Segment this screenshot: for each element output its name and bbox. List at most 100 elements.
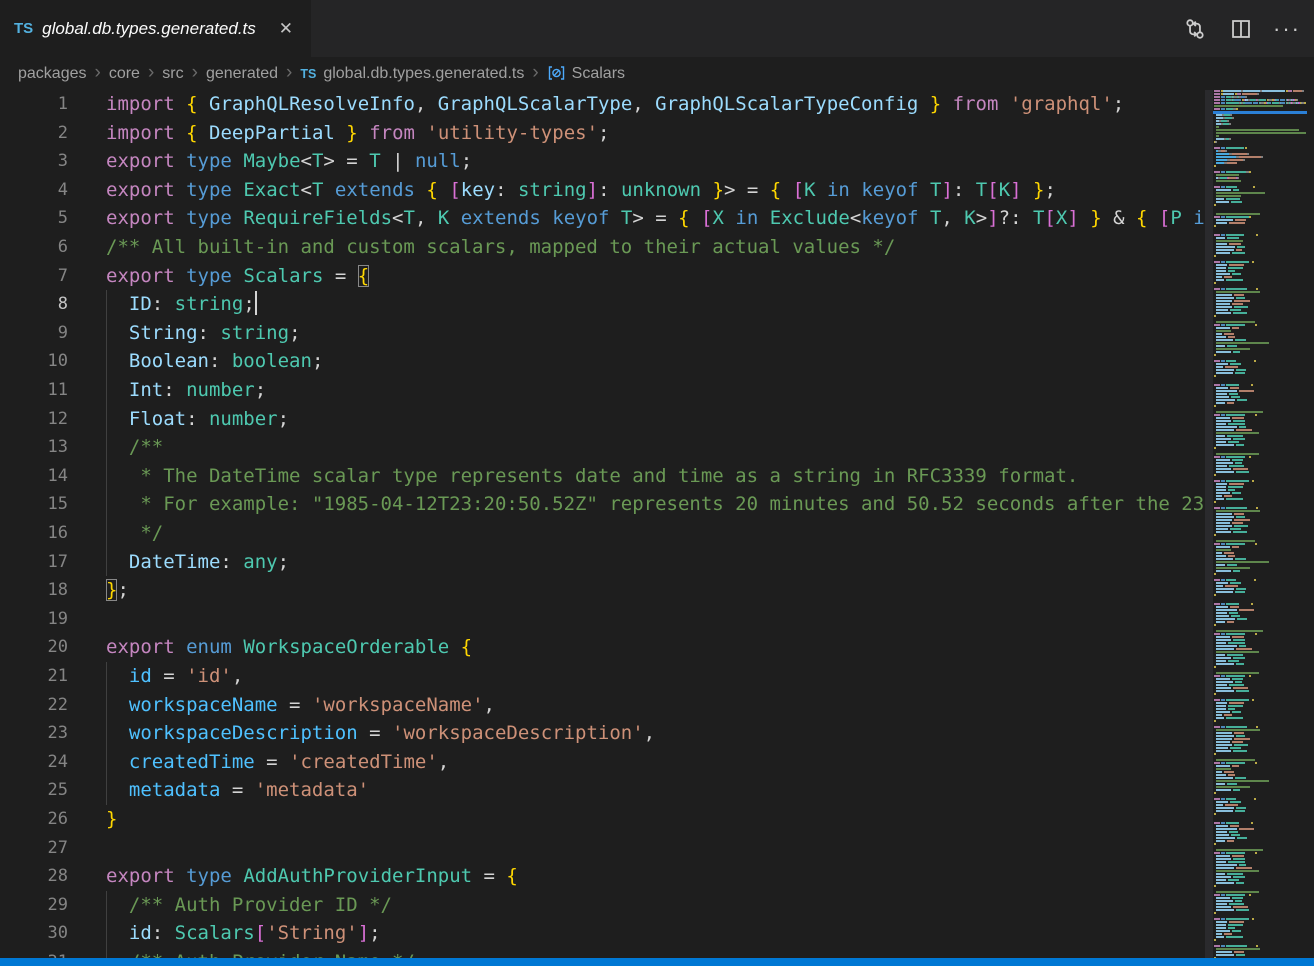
code-line[interactable]: export type RequireFields<T, K extends k… — [106, 204, 1205, 233]
code-line[interactable]: export type Exact<T extends { [key: stri… — [106, 176, 1205, 205]
minimap-row — [1214, 603, 1307, 605]
minimap-row — [1214, 375, 1307, 377]
breadcrumb-item-file[interactable]: global.db.types.generated.ts — [323, 65, 524, 83]
minimap-row — [1214, 96, 1307, 98]
code-line[interactable]: export type Scalars = { — [106, 262, 1205, 291]
breadcrumb-item-packages[interactable]: packages — [18, 65, 87, 83]
minimap-row — [1214, 819, 1307, 821]
open-changes-icon[interactable] — [1182, 16, 1208, 42]
minimap-row — [1214, 291, 1307, 293]
code-line[interactable]: * For example: "1985-04-12T23:20:50.52Z"… — [106, 490, 1205, 519]
minimap-row — [1214, 117, 1307, 119]
code-line[interactable]: workspaceDescription = 'workspaceDescrip… — [106, 719, 1205, 748]
minimap-row — [1214, 666, 1307, 668]
minimap-row — [1214, 330, 1307, 332]
minimap-row — [1214, 147, 1307, 149]
line-number: 13 — [0, 433, 68, 462]
minimap-row — [1214, 654, 1307, 656]
minimap-row — [1214, 297, 1307, 299]
tab-global-db-types[interactable]: TS global.db.types.generated.ts ✕ — [0, 0, 311, 57]
minimap-row — [1214, 390, 1307, 392]
code-editor[interactable]: 1234567891011121314151617181920212223242… — [0, 90, 1314, 958]
code-line[interactable]: id = 'id', — [106, 662, 1205, 691]
code-line[interactable]: workspaceName = 'workspaceName', — [106, 691, 1205, 720]
minimap-row — [1214, 399, 1307, 401]
code-line[interactable] — [106, 605, 1205, 634]
minimap-row — [1214, 621, 1307, 623]
code-area[interactable]: import { GraphQLResolveInfo, GraphQLScal… — [106, 90, 1205, 958]
code-line[interactable]: /** Auth Provider Name */ — [106, 948, 1205, 958]
minimap-row — [1214, 876, 1307, 878]
minimap-row — [1214, 483, 1307, 485]
minimap-row — [1214, 609, 1307, 611]
code-line[interactable]: } — [106, 805, 1205, 834]
minimap-row — [1214, 852, 1307, 854]
minimap-row — [1214, 651, 1307, 653]
minimap-row — [1214, 834, 1307, 836]
minimap-row — [1214, 786, 1307, 788]
breadcrumb-item-core[interactable]: core — [109, 65, 140, 83]
minimap-row — [1214, 663, 1307, 665]
minimap-row — [1214, 708, 1307, 710]
code-line[interactable]: */ — [106, 519, 1205, 548]
code-line[interactable]: String: string; — [106, 319, 1205, 348]
line-number: 27 — [0, 834, 68, 863]
minimap-row — [1214, 534, 1307, 536]
line-number: 7 — [0, 262, 68, 291]
minimap-row — [1214, 303, 1307, 305]
line-number: 24 — [0, 748, 68, 777]
code-line[interactable]: /** — [106, 433, 1205, 462]
code-line[interactable]: metadata = 'metadata' — [106, 776, 1205, 805]
minimap-row — [1214, 393, 1307, 395]
code-line[interactable]: Float: number; — [106, 405, 1205, 434]
minimap-row — [1214, 633, 1307, 635]
minimap-row — [1214, 210, 1307, 212]
code-line[interactable]: /** All built-in and custom scalars, map… — [106, 233, 1205, 262]
code-line[interactable]: }; — [106, 576, 1205, 605]
minimap-row — [1214, 294, 1307, 296]
minimap-row — [1214, 471, 1307, 473]
code-line[interactable]: Int: number; — [106, 376, 1205, 405]
minimap-row — [1214, 387, 1307, 389]
minimap-row — [1214, 753, 1307, 755]
code-line[interactable]: import { DeepPartial } from 'utility-typ… — [106, 119, 1205, 148]
minimap-row — [1214, 357, 1307, 359]
breadcrumb-item-generated[interactable]: generated — [206, 65, 278, 83]
code-line[interactable]: export enum WorkspaceOrderable { — [106, 633, 1205, 662]
minimap-row — [1214, 942, 1307, 944]
minimap-row — [1214, 690, 1307, 692]
breadcrumb-item-symbol[interactable]: Scalars — [572, 65, 625, 83]
code-line[interactable]: id: Scalars['String']; — [106, 919, 1205, 948]
code-line[interactable]: ID: string; — [106, 290, 1205, 319]
breadcrumb-item-src[interactable]: src — [162, 65, 183, 83]
more-actions-icon[interactable]: ··· — [1274, 16, 1300, 42]
scrollbar-track[interactable] — [1205, 90, 1213, 958]
minimap-row — [1214, 924, 1307, 926]
close-icon[interactable]: ✕ — [275, 17, 297, 41]
minimap-row — [1214, 693, 1307, 695]
code-line[interactable]: export type AddAuthProviderInput = { — [106, 862, 1205, 891]
code-line[interactable]: createdTime = 'createdTime', — [106, 748, 1205, 777]
minimap-row — [1214, 312, 1307, 314]
minimap-row — [1214, 936, 1307, 938]
minimap-row — [1214, 438, 1307, 440]
minimap-row — [1214, 348, 1307, 350]
minimap-row — [1214, 426, 1307, 428]
line-number: 20 — [0, 633, 68, 662]
code-line[interactable] — [106, 834, 1205, 863]
split-editor-icon[interactable] — [1228, 16, 1254, 42]
minimap-row — [1214, 738, 1307, 740]
line-number: 16 — [0, 519, 68, 548]
code-line[interactable]: export type Maybe<T> = T | null; — [106, 147, 1205, 176]
minimap-row — [1214, 507, 1307, 509]
code-line[interactable]: Boolean: boolean; — [106, 347, 1205, 376]
code-line[interactable]: /** Auth Provider ID */ — [106, 891, 1205, 920]
code-line[interactable]: * The DateTime scalar type represents da… — [106, 462, 1205, 491]
minimap-row — [1214, 366, 1307, 368]
minimap-row — [1214, 954, 1307, 956]
code-line[interactable]: DateTime: any; — [106, 548, 1205, 577]
code-line[interactable]: import { GraphQLResolveInfo, GraphQLScal… — [106, 90, 1205, 119]
minimap[interactable] — [1213, 90, 1307, 958]
indent-guide — [106, 891, 107, 958]
chevron-right-icon: › — [95, 62, 101, 84]
